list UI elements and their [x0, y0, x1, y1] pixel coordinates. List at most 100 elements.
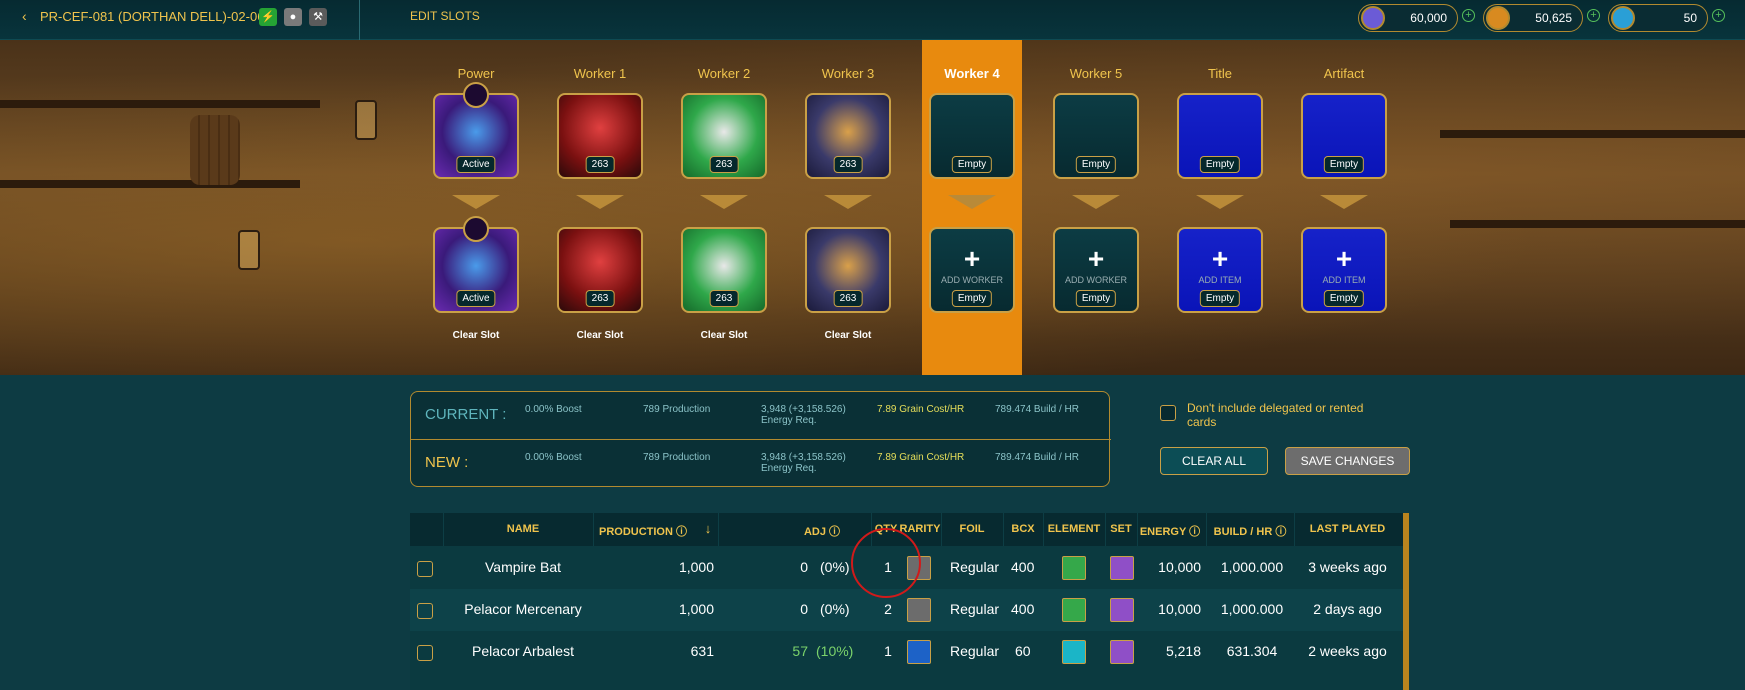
- add-worker-label: ADD WORKER: [940, 275, 1003, 285]
- chevron-down-icon: [948, 195, 996, 209]
- set-icon: [1110, 556, 1134, 580]
- property-name: PR-CEF-081 (DORTHAN DELL)-02-068: [40, 9, 272, 24]
- add-worker-5-button[interactable]: + ADD WORKER Empty: [1053, 227, 1139, 313]
- annotation-circle: [851, 528, 921, 598]
- worker-5-card[interactable]: Empty: [1053, 93, 1139, 179]
- worker-3-card[interactable]: 263: [805, 93, 891, 179]
- card-production: 631: [690, 643, 714, 659]
- new-worker-3-level: 263: [833, 290, 863, 307]
- info-icon: ⓘ: [1189, 526, 1201, 538]
- tool-icon: ⚒: [309, 8, 327, 26]
- clear-slot-power-button[interactable]: Clear Slot: [426, 330, 526, 341]
- new-title-status: Empty: [1199, 290, 1241, 307]
- barrel-icon: [190, 115, 240, 185]
- artifact-card[interactable]: Empty: [1301, 93, 1387, 179]
- card-energy: 5,218: [1165, 643, 1201, 659]
- workshop-background: [0, 40, 1745, 375]
- new-label: NEW :: [425, 454, 469, 471]
- card-name: Pelacor Arbalest: [472, 643, 574, 659]
- title-card[interactable]: Empty: [1177, 93, 1263, 179]
- row-checkbox[interactable]: [417, 603, 433, 619]
- add-worker-label: ADD WORKER: [1064, 275, 1127, 285]
- card-production: 1,000: [678, 601, 714, 617]
- chevron-down-icon: [452, 195, 500, 209]
- artifact-status: Empty: [1323, 156, 1365, 173]
- card-name: Pelacor Mercenary: [464, 601, 582, 617]
- slot-title-title: Title: [1207, 66, 1233, 81]
- plus-icon: +: [963, 243, 981, 274]
- new-power-status: Active: [456, 290, 496, 307]
- chevron-down-icon: [824, 195, 872, 209]
- table-row[interactable]: Pelacor Arbalest 631 57 (10%) 1 Regular …: [410, 631, 1403, 673]
- col-name[interactable]: NAME: [443, 523, 603, 535]
- worker-1-card[interactable]: 263: [557, 93, 643, 179]
- row-checkbox[interactable]: [417, 645, 433, 661]
- add-title-button[interactable]: + ADD ITEM Empty: [1177, 227, 1263, 313]
- add-grain-button[interactable]: +: [1587, 9, 1600, 22]
- delegated-checkbox[interactable]: [1160, 405, 1176, 421]
- worker-2-card[interactable]: 263: [681, 93, 767, 179]
- card-bcx: 400: [1011, 559, 1035, 575]
- table-scrollbar[interactable]: [1403, 513, 1409, 690]
- chevron-down-icon: [1320, 195, 1368, 209]
- lantern-icon: [355, 100, 377, 140]
- card-adj-pct: (0%): [820, 559, 850, 575]
- energy-icon: [1611, 6, 1635, 30]
- new-worker-5-status: Empty: [1075, 290, 1117, 307]
- resource-energy: 50: [1608, 4, 1708, 32]
- col-build-hr[interactable]: BUILD / HR ⓘ: [1206, 523, 1294, 539]
- col-energy[interactable]: ENERGY ⓘ: [1137, 523, 1203, 539]
- current-boost: 0.00% Boost: [525, 404, 582, 415]
- lightning-icon: ⚡: [259, 8, 277, 26]
- new-boost: 0.00% Boost: [525, 452, 582, 463]
- card-energy: 10,000: [1158, 601, 1201, 617]
- col-last-played[interactable]: LAST PLAYED: [1294, 523, 1401, 535]
- card-adj-pct: (10%): [816, 643, 854, 659]
- current-grain-cost: 7.89 Grain Cost/HR: [877, 404, 965, 415]
- new-worker-3-card[interactable]: 263: [805, 227, 891, 313]
- new-grain-cost: 7.89 Grain Cost/HR: [877, 452, 965, 463]
- col-set[interactable]: SET: [1105, 523, 1137, 535]
- save-changes-button[interactable]: SAVE CHANGES: [1285, 447, 1410, 475]
- circle-icon: ●: [284, 8, 302, 26]
- add-energy-button[interactable]: +: [1712, 9, 1725, 22]
- lantern-icon: [238, 230, 260, 270]
- new-worker-1-card[interactable]: 263: [557, 227, 643, 313]
- current-label: CURRENT :: [425, 406, 507, 423]
- info-icon: ⓘ: [676, 526, 687, 538]
- back-arrow-icon[interactable]: ‹: [22, 8, 27, 24]
- top-bar: ‹ PR-CEF-081 (DORTHAN DELL)-02-068 ⚡ ● ⚒…: [0, 0, 1745, 40]
- card-build: 1,000.000: [1220, 601, 1284, 617]
- col-foil[interactable]: FOIL: [941, 523, 1003, 535]
- summary-panel: CURRENT : 0.00% Boost 789 Production 3,9…: [410, 391, 1111, 487]
- clear-slot-worker-1-button[interactable]: Clear Slot: [550, 330, 650, 341]
- clear-slot-worker-3-button[interactable]: Clear Slot: [798, 330, 898, 341]
- add-worker-4-button[interactable]: + ADD WORKER Empty: [929, 227, 1015, 313]
- card-foil: Regular: [950, 643, 1000, 659]
- new-artifact-status: Empty: [1323, 290, 1365, 307]
- set-icon: [1110, 640, 1134, 664]
- card-name: Vampire Bat: [485, 559, 561, 575]
- clear-slot-worker-2-button[interactable]: Clear Slot: [674, 330, 774, 341]
- col-element[interactable]: ELEMENT: [1043, 523, 1105, 535]
- worker-4-status: Empty: [951, 156, 993, 173]
- power-badge-icon: [463, 82, 489, 108]
- plus-icon: +: [1211, 243, 1229, 274]
- clear-all-button[interactable]: CLEAR ALL: [1160, 447, 1268, 475]
- slot-title-worker-1: Worker 1: [573, 66, 627, 81]
- card-qty: 1: [884, 643, 892, 659]
- add-dec-button[interactable]: +: [1462, 9, 1475, 22]
- col-production[interactable]: PRODUCTION ⓘ: [593, 523, 693, 539]
- slot-title-worker-4: Worker 4: [944, 66, 1000, 81]
- col-bcx[interactable]: BCX: [1003, 523, 1043, 535]
- table-row[interactable]: Pelacor Mercenary 1,000 0 (0%) 2 Regular…: [410, 589, 1403, 631]
- new-worker-2-card[interactable]: 263: [681, 227, 767, 313]
- dec-icon: [1361, 6, 1385, 30]
- row-checkbox[interactable]: [417, 561, 433, 577]
- add-artifact-button[interactable]: + ADD ITEM Empty: [1301, 227, 1387, 313]
- slot-title-worker-3: Worker 3: [821, 66, 875, 81]
- card-adj-pct: (0%): [820, 601, 850, 617]
- divider: [359, 0, 360, 40]
- worker-4-card[interactable]: Empty: [929, 93, 1015, 179]
- card-qty: 2: [884, 601, 892, 617]
